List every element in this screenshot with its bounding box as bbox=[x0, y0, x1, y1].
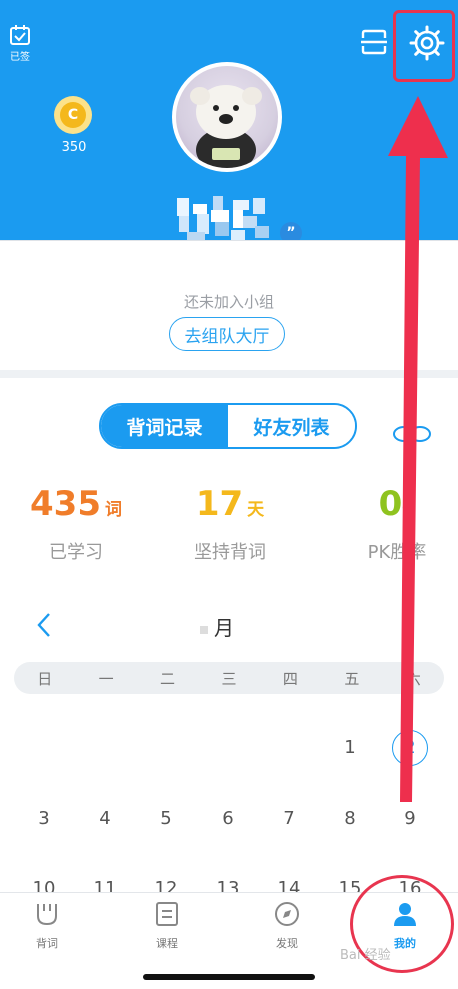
avatar[interactable] bbox=[172, 62, 282, 172]
tab-words-label: 背词 bbox=[36, 937, 58, 950]
weekday-mon: 一 bbox=[98, 669, 114, 688]
weekday-sat: 六 bbox=[405, 669, 421, 688]
settings-highlight-annotation bbox=[393, 10, 455, 82]
calendar-day[interactable]: 5 bbox=[146, 808, 186, 829]
tab-courses[interactable]: 课程 bbox=[137, 901, 197, 951]
link-icon bbox=[393, 426, 431, 442]
chevron-left-icon bbox=[37, 613, 50, 637]
stat-streak-unit: 天 bbox=[247, 500, 265, 520]
calendar-day[interactable]: 4 bbox=[85, 808, 125, 829]
compass-icon bbox=[275, 902, 299, 926]
weekday-fri: 五 bbox=[344, 669, 360, 688]
calendar-day-today[interactable]: 2 bbox=[390, 737, 430, 758]
coin-badge[interactable]: C bbox=[54, 96, 92, 134]
tab-word-record[interactable]: 背词记录 bbox=[101, 405, 228, 447]
tab-discover[interactable]: 发现 bbox=[257, 901, 317, 951]
stat-learned-unit: 词 bbox=[104, 500, 122, 520]
word-icon bbox=[37, 904, 57, 926]
weekday-thu: 四 bbox=[282, 669, 298, 688]
calendar-day[interactable]: 9 bbox=[390, 808, 430, 829]
stat-pk-value: 0 bbox=[378, 484, 403, 524]
checkin-label: 已签 bbox=[10, 52, 30, 63]
calendar-day[interactable]: 8 bbox=[330, 808, 370, 829]
join-team-hall-button[interactable]: 去组队大厅 bbox=[169, 317, 285, 351]
tab-friend-list[interactable]: 好友列表 bbox=[228, 405, 355, 447]
stat-pk-rate: 0% PK胜率 bbox=[352, 484, 442, 564]
calendar-day[interactable]: 3 bbox=[24, 808, 64, 829]
prev-month-button[interactable] bbox=[36, 612, 52, 642]
tab-courses-label: 课程 bbox=[156, 937, 178, 950]
stat-streak-label: 坚持背词 bbox=[194, 542, 266, 563]
calendar-check-icon bbox=[10, 25, 30, 45]
coin-icon: C bbox=[60, 102, 86, 128]
weekday-wed: 三 bbox=[221, 669, 237, 688]
scan-button[interactable] bbox=[360, 28, 388, 60]
coin-count: 350 bbox=[61, 140, 87, 155]
calendar-day[interactable]: 6 bbox=[208, 808, 248, 829]
month-number-obscured bbox=[200, 625, 208, 634]
tab-words[interactable]: 背词 bbox=[17, 901, 77, 951]
checkin-button[interactable]: 已签 bbox=[8, 24, 32, 63]
calendar-day[interactable]: 1 bbox=[330, 737, 370, 758]
watermark-text: Bai 经验 bbox=[340, 948, 391, 963]
group-status-text: 还未加入小组 bbox=[183, 293, 274, 311]
stat-pk-unit: % bbox=[402, 504, 416, 519]
home-indicator bbox=[143, 974, 315, 980]
pixelated-name-graphic bbox=[177, 196, 269, 240]
share-link-button[interactable] bbox=[392, 420, 432, 448]
scan-icon bbox=[361, 29, 387, 55]
stat-learned: 435 词 已学习 bbox=[26, 484, 126, 564]
avatar-bear-image bbox=[176, 66, 278, 168]
weekday-tue: 二 bbox=[160, 669, 176, 688]
tab-discover-label: 发现 bbox=[276, 937, 298, 950]
stat-streak: 17 天 坚持背词 bbox=[180, 484, 280, 564]
group-card: 还未加入小组 去组队大厅 bbox=[0, 240, 458, 372]
nickname-blurred bbox=[175, 190, 273, 246]
calendar-day[interactable]: 7 bbox=[269, 808, 309, 829]
section-divider bbox=[0, 370, 458, 378]
month-title: 月 bbox=[200, 612, 234, 641]
profile-header: 已签 C 350 ” bbox=[0, 0, 458, 270]
weekday-sun: 日 bbox=[37, 669, 53, 688]
course-icon bbox=[156, 902, 178, 926]
weekday-header: 日 一 二 三 四 五 六 bbox=[14, 662, 444, 694]
stat-streak-value: 17 bbox=[195, 484, 244, 524]
stat-pk-label: PK胜率 bbox=[367, 542, 427, 563]
record-friends-segment: 背词记录 好友列表 bbox=[99, 403, 357, 449]
stat-learned-label: 已学习 bbox=[49, 542, 103, 563]
bear-plush-icon bbox=[190, 85, 262, 168]
stat-learned-value: 435 bbox=[30, 484, 101, 524]
month-label: 月 bbox=[214, 616, 234, 640]
